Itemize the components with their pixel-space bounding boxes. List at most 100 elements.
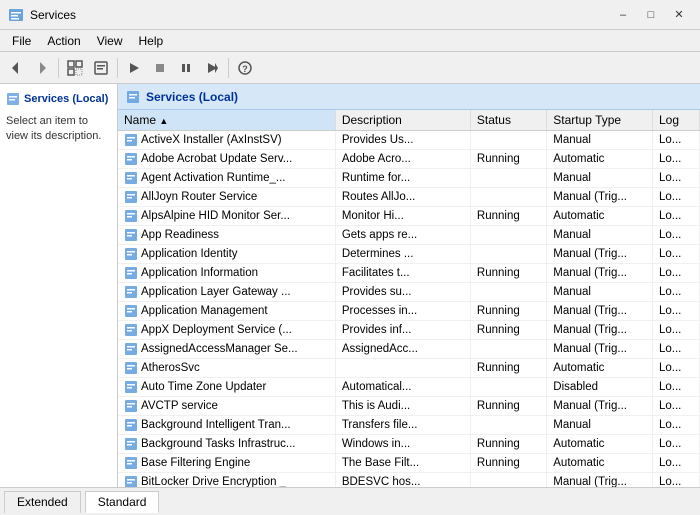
properties-button[interactable] xyxy=(89,56,113,80)
table-row[interactable]: App ReadinessGets apps re...ManualLo... xyxy=(118,226,700,245)
service-desc-cell: Runtime for... xyxy=(335,169,470,188)
service-status-cell: Running xyxy=(470,397,546,416)
service-desc-cell xyxy=(335,359,470,378)
service-log-cell: Lo... xyxy=(652,150,699,169)
table-row[interactable]: Auto Time Zone UpdaterAutomatical...Disa… xyxy=(118,378,700,397)
table-row[interactable]: AssignedAccessManager Se... AssignedAcc..… xyxy=(118,340,700,359)
table-row[interactable]: AppX Deployment Service (...Provides inf… xyxy=(118,321,700,340)
panel-header-icon xyxy=(126,90,140,104)
table-row[interactable]: Application IdentityDetermines ...Manual… xyxy=(118,245,700,264)
service-panel: Services (Local) Name ▲ Description Stat… xyxy=(118,84,700,487)
service-icon xyxy=(124,342,138,356)
service-desc-cell: Transfers file... xyxy=(335,416,470,435)
tab-standard[interactable]: Standard xyxy=(85,491,160,513)
table-row[interactable]: ActiveX Installer (AxInstSV)Provides Us.… xyxy=(118,131,700,150)
table-row[interactable]: AlpsAlpine HID Monitor Ser...Monitor Hi.… xyxy=(118,207,700,226)
menu-file[interactable]: File xyxy=(4,32,39,49)
services-table-container[interactable]: Name ▲ Description Status Startup Type L… xyxy=(118,110,700,487)
service-name-label: AppX Deployment Service (... xyxy=(141,324,292,336)
service-desc-cell: Gets apps re... xyxy=(335,226,470,245)
service-name-label: Application Layer Gateway ... xyxy=(141,286,291,298)
start-service-button[interactable] xyxy=(122,56,146,80)
help-button[interactable]: ? xyxy=(233,56,257,80)
col-name[interactable]: Name ▲ xyxy=(118,110,335,131)
table-row[interactable]: Agent Activation Runtime_...Runtime for.… xyxy=(118,169,700,188)
service-desc-cell: Windows in... xyxy=(335,435,470,454)
service-name-cell: AssignedAccessManager Se... xyxy=(118,340,335,359)
sep2 xyxy=(117,58,118,78)
service-name-label: AtherosSvc xyxy=(141,362,200,374)
service-status-cell xyxy=(470,226,546,245)
menu-view[interactable]: View xyxy=(89,32,131,49)
service-status-cell: Running xyxy=(470,435,546,454)
table-row[interactable]: AVCTP serviceThis is Audi...RunningManua… xyxy=(118,397,700,416)
table-row[interactable]: AllJoyn Router ServiceRoutes AllJo...Man… xyxy=(118,188,700,207)
service-name-label: Adobe Acrobat Update Serv... xyxy=(141,153,292,165)
service-name-label: Base Filtering Engine xyxy=(141,457,250,469)
restart-service-button[interactable] xyxy=(200,56,224,80)
sep1 xyxy=(58,58,59,78)
maximize-button[interactable]: □ xyxy=(638,5,664,25)
pause-service-button[interactable] xyxy=(174,56,198,80)
service-icon xyxy=(124,133,138,147)
forward-button[interactable] xyxy=(30,56,54,80)
service-startup-cell: Manual xyxy=(547,131,653,150)
service-icon xyxy=(124,399,138,413)
col-description[interactable]: Description xyxy=(335,110,470,131)
col-log[interactable]: Log xyxy=(652,110,699,131)
menu-action[interactable]: Action xyxy=(39,32,88,49)
service-desc-cell: AssignedAcc... xyxy=(335,340,470,359)
service-log-cell: Lo... xyxy=(652,454,699,473)
service-startup-cell: Automatic xyxy=(547,435,653,454)
service-icon xyxy=(124,228,138,242)
service-startup-cell: Manual (Trig... xyxy=(547,245,653,264)
service-startup-cell: Manual (Trig... xyxy=(547,264,653,283)
service-icon xyxy=(124,361,138,375)
service-desc-cell: Routes AllJo... xyxy=(335,188,470,207)
service-log-cell: Lo... xyxy=(652,207,699,226)
table-row[interactable]: Background Intelligent Tran...Transfers … xyxy=(118,416,700,435)
service-startup-cell: Manual (Trig... xyxy=(547,321,653,340)
service-status-cell xyxy=(470,340,546,359)
table-row[interactable]: Application InformationFacilitates t...R… xyxy=(118,264,700,283)
table-row[interactable]: Application Layer Gateway ...Provides su… xyxy=(118,283,700,302)
service-name-cell: AlpsAlpine HID Monitor Ser... xyxy=(118,207,335,226)
toolbar: ? xyxy=(0,52,700,84)
tab-extended[interactable]: Extended xyxy=(4,491,81,513)
service-name-cell: AllJoyn Router Service xyxy=(118,188,335,207)
title-bar: Services – □ ✕ xyxy=(0,0,700,30)
service-log-cell: Lo... xyxy=(652,435,699,454)
service-name-label: AssignedAccessManager Se... xyxy=(141,343,298,355)
table-row[interactable]: Application ManagementProcesses in...Run… xyxy=(118,302,700,321)
service-log-cell: Lo... xyxy=(652,188,699,207)
table-row[interactable]: AtherosSvcRunningAutomaticLo... xyxy=(118,359,700,378)
console-tree-button[interactable] xyxy=(63,56,87,80)
sidebar: Services (Local) Select an item to view … xyxy=(0,84,118,487)
table-row[interactable]: Background Tasks Infrastruc...Windows in… xyxy=(118,435,700,454)
col-status[interactable]: Status xyxy=(470,110,546,131)
table-row[interactable]: Base Filtering EngineThe Base Filt...Run… xyxy=(118,454,700,473)
minimize-button[interactable]: – xyxy=(610,5,636,25)
service-status-cell xyxy=(470,416,546,435)
table-row[interactable]: BitLocker Drive Encryption _BDESVC hos..… xyxy=(118,473,700,488)
service-name-cell: AtherosSvc xyxy=(118,359,335,378)
service-icon xyxy=(124,285,138,299)
service-name-cell: Background Tasks Infrastruc... xyxy=(118,435,335,454)
stop-service-button[interactable] xyxy=(148,56,172,80)
service-desc-cell: Automatical... xyxy=(335,378,470,397)
service-desc-cell: The Base Filt... xyxy=(335,454,470,473)
service-icon xyxy=(124,456,138,470)
col-startup-type[interactable]: Startup Type xyxy=(547,110,653,131)
close-button[interactable]: ✕ xyxy=(666,5,692,25)
main-content: Services (Local) Select an item to view … xyxy=(0,84,700,487)
service-startup-cell: Automatic xyxy=(547,454,653,473)
table-row[interactable]: Adobe Acrobat Update Serv...Adobe Acro..… xyxy=(118,150,700,169)
service-log-cell: Lo... xyxy=(652,245,699,264)
service-name-label: App Readiness xyxy=(141,229,219,241)
service-desc-cell: BDESVC hos... xyxy=(335,473,470,488)
service-status-cell xyxy=(470,169,546,188)
service-startup-cell: Manual xyxy=(547,283,653,302)
service-log-cell: Lo... xyxy=(652,397,699,416)
menu-help[interactable]: Help xyxy=(131,32,172,49)
back-button[interactable] xyxy=(4,56,28,80)
